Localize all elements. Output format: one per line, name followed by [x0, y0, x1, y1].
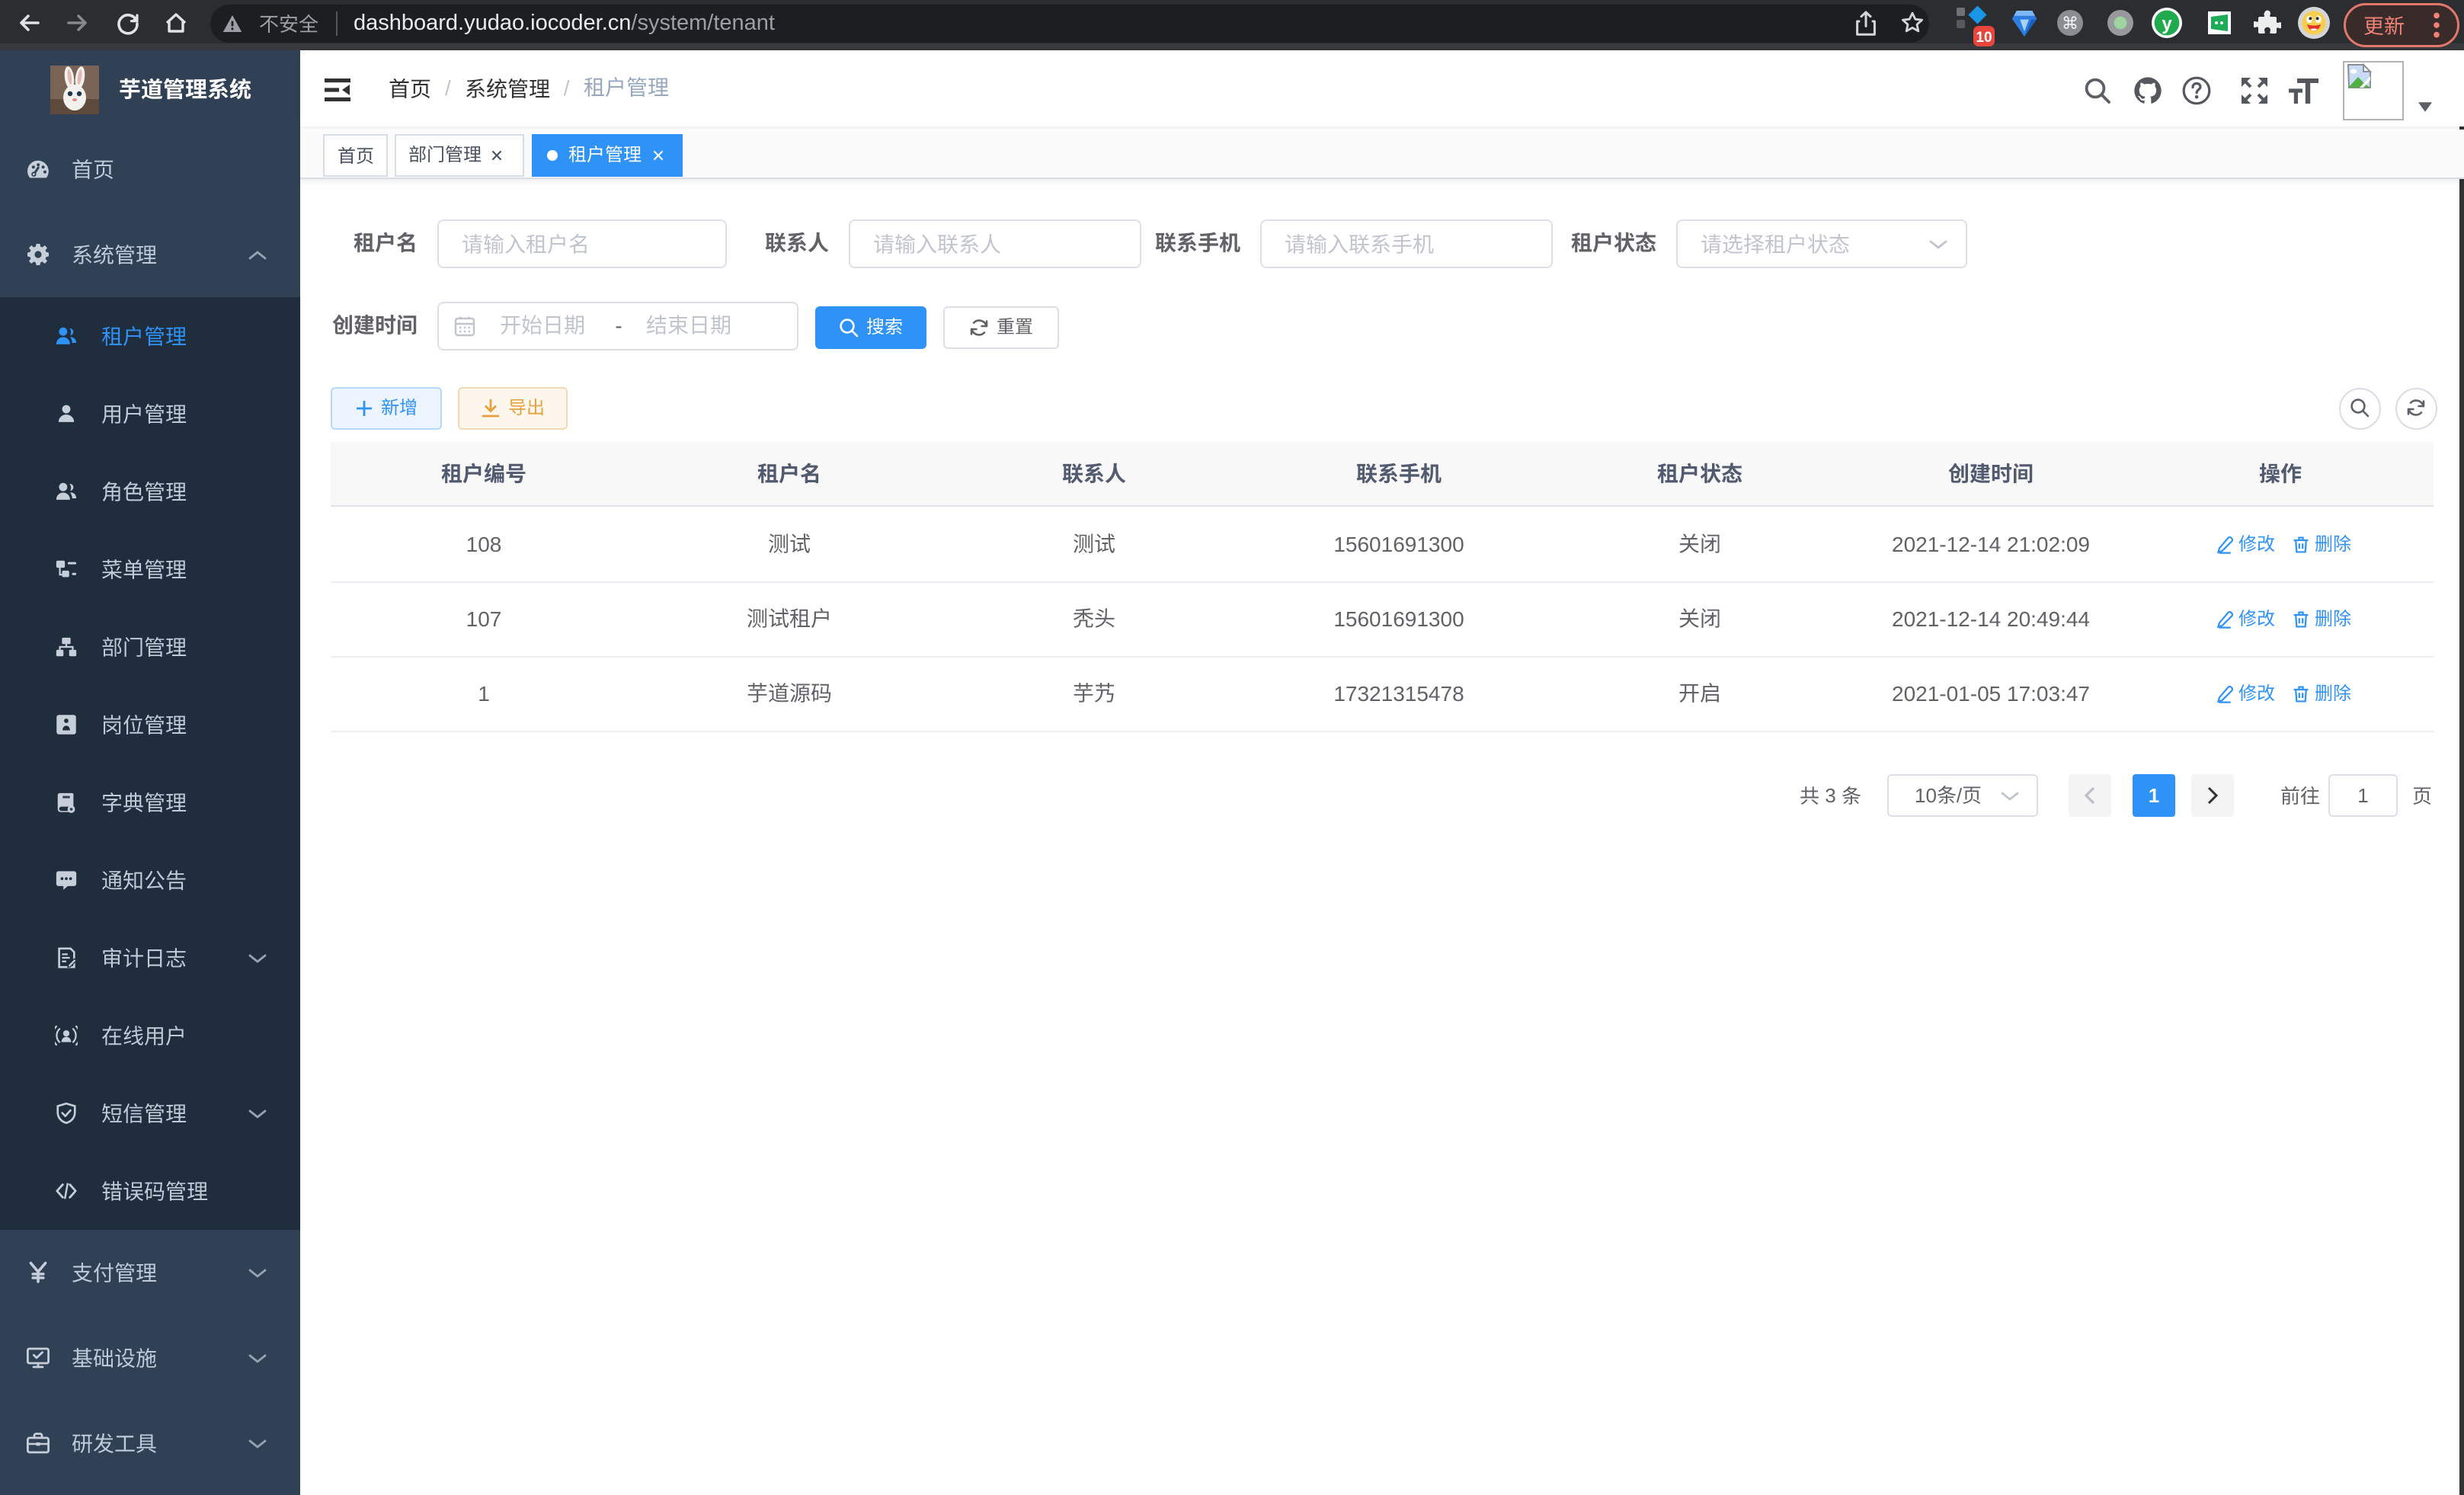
svg-text:10: 10	[1976, 30, 1992, 46]
svg-text:⌘: ⌘	[2062, 14, 2078, 33]
svg-text:y: y	[2162, 14, 2172, 34]
